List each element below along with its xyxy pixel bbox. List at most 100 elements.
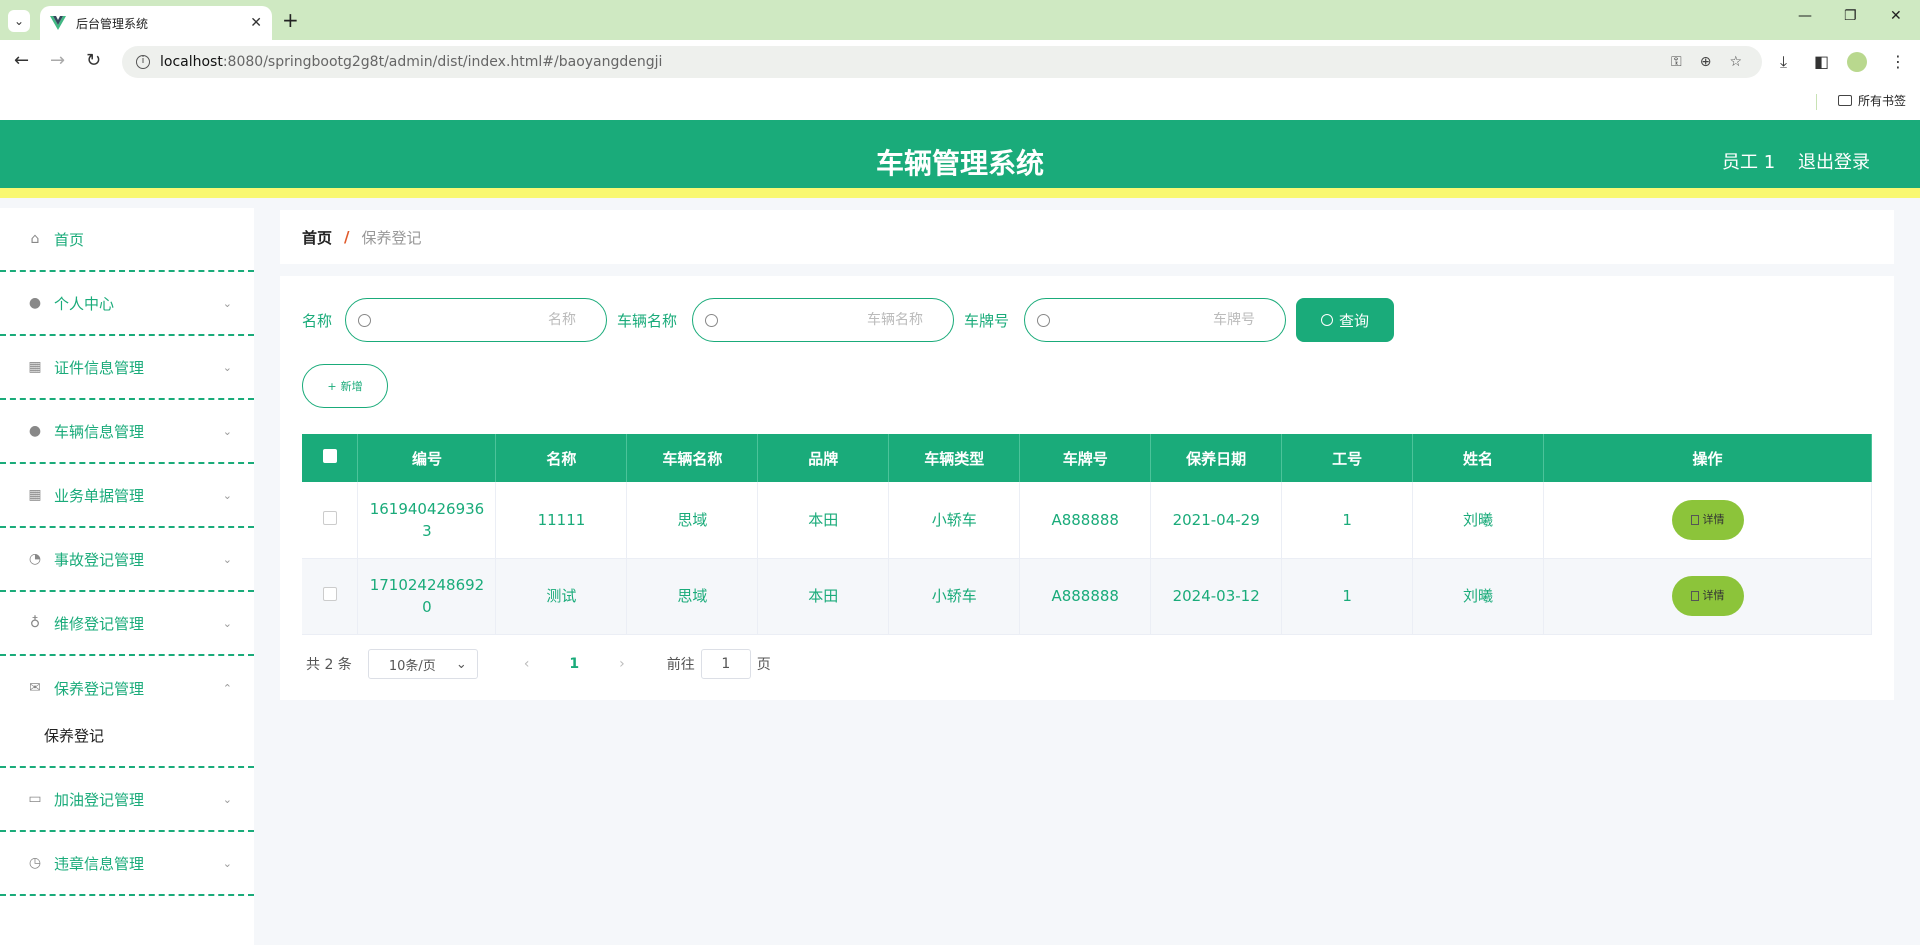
site-info-icon[interactable]: i xyxy=(136,55,150,69)
folder-icon xyxy=(1837,95,1852,106)
sidebar-subitem-label: 保养登记 xyxy=(44,726,105,745)
select-all-cell[interactable] xyxy=(302,434,359,482)
search-icon xyxy=(1037,313,1050,327)
sidebar-item-label: 业务单据管理 xyxy=(54,486,145,505)
page-number-current[interactable]: 1 xyxy=(569,656,579,672)
cell-brand: 本田 xyxy=(757,558,890,635)
star-icon[interactable]: ☆ xyxy=(1729,54,1742,70)
vehicle-name-search-input[interactable] xyxy=(692,298,954,342)
tab-search-button[interactable]: ⌄ xyxy=(8,10,30,32)
sidebar-item-label: 保养登记管理 xyxy=(54,679,145,698)
sidebar-item-business-docs[interactable]: ▦ 业务单据管理 ⌄ xyxy=(0,464,254,528)
detail-button[interactable]: 详情 xyxy=(1671,576,1744,616)
sidebar-item-vehicles[interactable]: ● 车辆信息管理 ⌄ xyxy=(0,400,254,464)
document-icon xyxy=(1690,514,1699,525)
plate-search-input[interactable] xyxy=(1024,298,1286,342)
select-all-checkbox[interactable] xyxy=(322,449,337,463)
forward-icon[interactable]: → xyxy=(50,50,65,71)
sidebar-subitem-maintenance-register[interactable]: 保养登记 xyxy=(0,704,254,768)
back-icon[interactable]: ← xyxy=(14,50,29,71)
column-header[interactable]: 编号 xyxy=(357,434,497,482)
sidebar-item-personal-center[interactable]: ● 个人中心 ⌄ xyxy=(0,272,254,336)
home-icon: ⌂ xyxy=(30,231,40,247)
browser-tab-bar: ⌄ 后台管理系统 ✕ + — ❐ ✕ xyxy=(0,0,1920,40)
reload-icon[interactable]: ↻ xyxy=(86,50,101,71)
column-header[interactable]: 保养日期 xyxy=(1150,434,1283,482)
name-search-input[interactable] xyxy=(345,298,607,342)
column-header[interactable]: 车辆类型 xyxy=(888,434,1021,482)
more-menu-icon[interactable]: ⋮ xyxy=(1890,52,1906,71)
table-header-row: 编号 名称 车辆名称 品牌 车辆类型 车牌号 保养日期 工号 姓名 操作 xyxy=(302,434,1872,482)
row-select-cell[interactable] xyxy=(302,482,359,559)
sidebar-item-certificates[interactable]: ▦ 证件信息管理 ⌄ xyxy=(0,336,254,400)
grid-icon: ▦ xyxy=(28,359,42,375)
logout-link[interactable]: 退出登录 xyxy=(1798,148,1870,174)
all-bookmarks[interactable]: 所有书签 xyxy=(1837,92,1906,109)
app-title: 车辆管理系统 xyxy=(875,147,1044,180)
minimize-icon[interactable]: — xyxy=(1798,8,1812,24)
profile-avatar[interactable] xyxy=(1847,52,1867,72)
browser-tab[interactable]: 后台管理系统 ✕ xyxy=(40,6,272,40)
zoom-icon[interactable]: ⊕ xyxy=(1700,54,1712,70)
row-select-cell[interactable] xyxy=(302,558,359,635)
column-header[interactable]: 工号 xyxy=(1281,434,1414,482)
window-close-icon[interactable]: ✕ xyxy=(1890,8,1902,24)
cell-id-text: 1710242486920 xyxy=(369,576,485,616)
next-page-icon[interactable]: › xyxy=(619,656,625,672)
vehicle-name-label: 车辆名称 xyxy=(617,312,678,330)
table-row[interactable]: 1619404269363 11111 思域 本田 小轿车 A888888 20… xyxy=(302,482,1872,559)
goto-page-value: 1 xyxy=(721,656,731,672)
sidebar-item-label: 证件信息管理 xyxy=(54,358,145,377)
table-row[interactable]: 1710242486920 测试 思域 本田 小轿车 A888888 2024-… xyxy=(302,558,1872,635)
detail-button[interactable]: 详情 xyxy=(1671,499,1744,540)
close-icon[interactable]: ✕ xyxy=(250,15,262,31)
column-header: 操作 xyxy=(1543,434,1872,482)
breadcrumb-current: 保养登记 xyxy=(361,228,422,247)
sidepanel-icon[interactable]: ◧ xyxy=(1814,52,1829,71)
document-icon xyxy=(1690,591,1699,601)
sidebar-item-accidents[interactable]: ◔ 事故登记管理 ⌄ xyxy=(0,528,254,592)
key-icon[interactable]: ⚿ xyxy=(1671,54,1682,70)
page-size-select[interactable]: 10条/页 ⌄ xyxy=(367,649,478,679)
url-path: :8080/springbootg2g8t/admin/dist/index.h… xyxy=(222,54,663,70)
cell-plate: A888888 xyxy=(1019,558,1152,635)
query-button[interactable]: 查询 xyxy=(1296,298,1394,342)
url-field[interactable]: i localhost:8080/springbootg2g8t/admin/d… xyxy=(122,46,1762,78)
current-user[interactable]: 员工 1 xyxy=(1722,148,1775,174)
sidebar-item-repairs[interactable]: ♁ 维修登记管理 ⌄ xyxy=(0,592,254,656)
sidebar-item-label: 事故登记管理 xyxy=(54,550,145,569)
chevron-down-icon: ⌄ xyxy=(222,552,232,566)
prev-page-icon[interactable]: ‹ xyxy=(524,656,530,672)
mail-icon: ✉ xyxy=(29,680,41,696)
sidebar-item-violations[interactable]: ◷ 违章信息管理 ⌄ xyxy=(0,832,254,896)
column-header[interactable]: 车牌号 xyxy=(1019,434,1152,482)
restore-icon[interactable]: ❐ xyxy=(1844,8,1857,24)
name-input[interactable] xyxy=(379,312,576,328)
column-header[interactable]: 车辆名称 xyxy=(626,434,759,482)
content-card: 名称 车辆名称 车牌号 查询 + 新增 编号 名称 车辆名称 品牌 xyxy=(280,276,1894,700)
cell-person: 刘曦 xyxy=(1412,558,1545,635)
cell-actions: 详情 xyxy=(1543,558,1872,635)
sidebar: ⌂ 首页 ● 个人中心 ⌄ ▦ 证件信息管理 ⌄ ● 车辆信息管理 ⌄ ▦ 业务… xyxy=(0,208,254,945)
new-tab-icon[interactable]: + xyxy=(282,8,299,32)
user-icon: ● xyxy=(28,423,42,439)
sidebar-item-home[interactable]: ⌂ 首页 xyxy=(0,208,254,272)
chevron-down-icon: ⌄ xyxy=(222,296,232,310)
bookmarks-divider xyxy=(1816,94,1817,110)
column-header[interactable]: 品牌 xyxy=(757,434,890,482)
breadcrumb-home[interactable]: 首页 xyxy=(302,227,332,248)
plate-input[interactable] xyxy=(1058,312,1255,328)
download-icon[interactable]: ⤓ xyxy=(1780,52,1787,72)
chevron-up-icon: ⌃ xyxy=(222,681,232,695)
column-header[interactable]: 名称 xyxy=(495,434,628,482)
row-checkbox[interactable] xyxy=(322,510,337,525)
sidebar-item-fuel[interactable]: ▭ 加油登记管理 ⌄ xyxy=(0,768,254,832)
add-button[interactable]: + 新增 xyxy=(302,364,388,408)
search-icon xyxy=(705,313,718,327)
vehicle-name-input[interactable] xyxy=(726,312,923,328)
row-checkbox[interactable] xyxy=(322,587,337,601)
cell-actions: 详情 xyxy=(1543,482,1872,559)
column-header[interactable]: 姓名 xyxy=(1412,434,1545,482)
goto-page-input[interactable]: 1 xyxy=(700,649,751,679)
chevron-down-icon: ⌄ xyxy=(222,424,232,438)
